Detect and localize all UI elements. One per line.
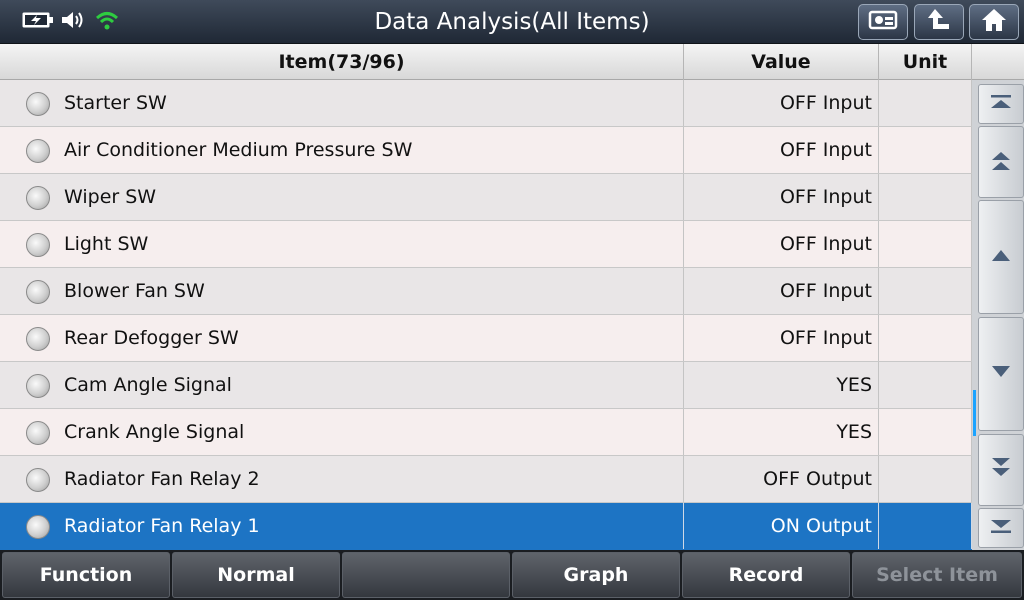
scroll-bottom-icon [989, 518, 1013, 538]
record-button[interactable]: Record [682, 552, 850, 598]
item-label: Crank Angle Signal [64, 421, 245, 443]
radio-button[interactable] [26, 327, 50, 351]
item-label: Wiper SW [64, 186, 157, 208]
home-button[interactable] [969, 4, 1019, 40]
radio-button[interactable] [26, 92, 50, 116]
table-row[interactable]: Crank Angle Signal YES [0, 409, 972, 456]
scroll-page-down-button[interactable] [978, 434, 1024, 506]
title-bar: Data Analysis(All Items) [0, 0, 1024, 44]
item-unit [879, 174, 972, 220]
header-value: Value [684, 44, 879, 80]
table-header: Item(73/96) Value Unit [0, 44, 1024, 80]
item-label: Radiator Fan Relay 1 [64, 515, 260, 537]
item-value: OFF Input [684, 80, 879, 126]
data-table: Starter SW OFF Input Air Conditioner Med… [0, 80, 972, 550]
scroll-page-up-button[interactable] [978, 126, 1024, 198]
item-label: Rear Defogger SW [64, 327, 239, 349]
radio-button[interactable] [26, 468, 50, 492]
scroll-down-button[interactable] [978, 317, 1024, 431]
chevron-down-icon [989, 364, 1013, 384]
table-row[interactable]: Rear Defogger SW OFF Input [0, 315, 972, 362]
item-unit [879, 503, 972, 549]
radio-button[interactable] [26, 515, 50, 539]
item-value: YES [684, 409, 879, 455]
radio-button[interactable] [26, 421, 50, 445]
item-unit [879, 456, 972, 502]
item-unit [879, 362, 972, 408]
scroll-up-button[interactable] [978, 200, 1024, 314]
home-icon [980, 7, 1008, 37]
scroll-controls [972, 80, 1024, 550]
back-button[interactable] [914, 4, 964, 40]
item-value: OFF Input [684, 127, 879, 173]
header-unit: Unit [879, 44, 972, 80]
item-value: YES [684, 362, 879, 408]
radio-button[interactable] [26, 280, 50, 304]
item-unit [879, 268, 972, 314]
scroll-bottom-button[interactable] [978, 508, 1024, 548]
item-unit [879, 409, 972, 455]
graph-button[interactable]: Graph [512, 552, 680, 598]
item-value: OFF Input [684, 174, 879, 220]
item-label: Cam Angle Signal [64, 374, 232, 396]
double-chevron-up-icon [989, 148, 1013, 176]
bottom-toolbar: Function Normal Graph Record Select Item [0, 550, 1024, 600]
item-label: Air Conditioner Medium Pressure SW [64, 139, 413, 161]
item-value: OFF Output [684, 456, 879, 502]
radio-button[interactable] [26, 233, 50, 257]
item-unit [879, 315, 972, 361]
screenshot-button[interactable] [858, 4, 908, 40]
item-label: Light SW [64, 233, 149, 255]
screenshot-icon [868, 8, 898, 36]
table-row[interactable]: Radiator Fan Relay 2 OFF Output [0, 456, 972, 503]
table-row-selected[interactable]: Radiator Fan Relay 1 ON Output [0, 503, 972, 550]
blank-button[interactable] [342, 552, 510, 598]
table-row[interactable]: Blower Fan SW OFF Input [0, 268, 972, 315]
item-label: Radiator Fan Relay 2 [64, 468, 260, 490]
table-row[interactable]: Air Conditioner Medium Pressure SW OFF I… [0, 127, 972, 174]
item-label: Starter SW [64, 92, 167, 114]
item-unit [879, 80, 972, 126]
item-label: Blower Fan SW [64, 280, 205, 302]
table-row[interactable]: Cam Angle Signal YES [0, 362, 972, 409]
header-item[interactable]: Item(73/96) [0, 44, 684, 80]
function-button[interactable]: Function [2, 552, 170, 598]
item-value: OFF Input [684, 221, 879, 267]
scrollbar-thumb[interactable] [973, 390, 976, 436]
item-value: ON Output [684, 503, 879, 549]
scroll-top-icon [989, 94, 1013, 114]
chevron-up-icon [989, 247, 1013, 267]
radio-button[interactable] [26, 374, 50, 398]
table-row[interactable]: Starter SW OFF Input [0, 80, 972, 127]
table-row[interactable]: Light SW OFF Input [0, 221, 972, 268]
select-item-button[interactable]: Select Item [852, 552, 1022, 598]
item-unit [879, 221, 972, 267]
back-icon [925, 7, 953, 37]
normal-button[interactable]: Normal [172, 552, 340, 598]
item-unit [879, 127, 972, 173]
radio-button[interactable] [26, 186, 50, 210]
scroll-top-button[interactable] [978, 84, 1024, 124]
item-value: OFF Input [684, 268, 879, 314]
radio-button[interactable] [26, 139, 50, 163]
table-row[interactable]: Wiper SW OFF Input [0, 174, 972, 221]
double-chevron-down-icon [989, 456, 1013, 484]
item-value: OFF Input [684, 315, 879, 361]
